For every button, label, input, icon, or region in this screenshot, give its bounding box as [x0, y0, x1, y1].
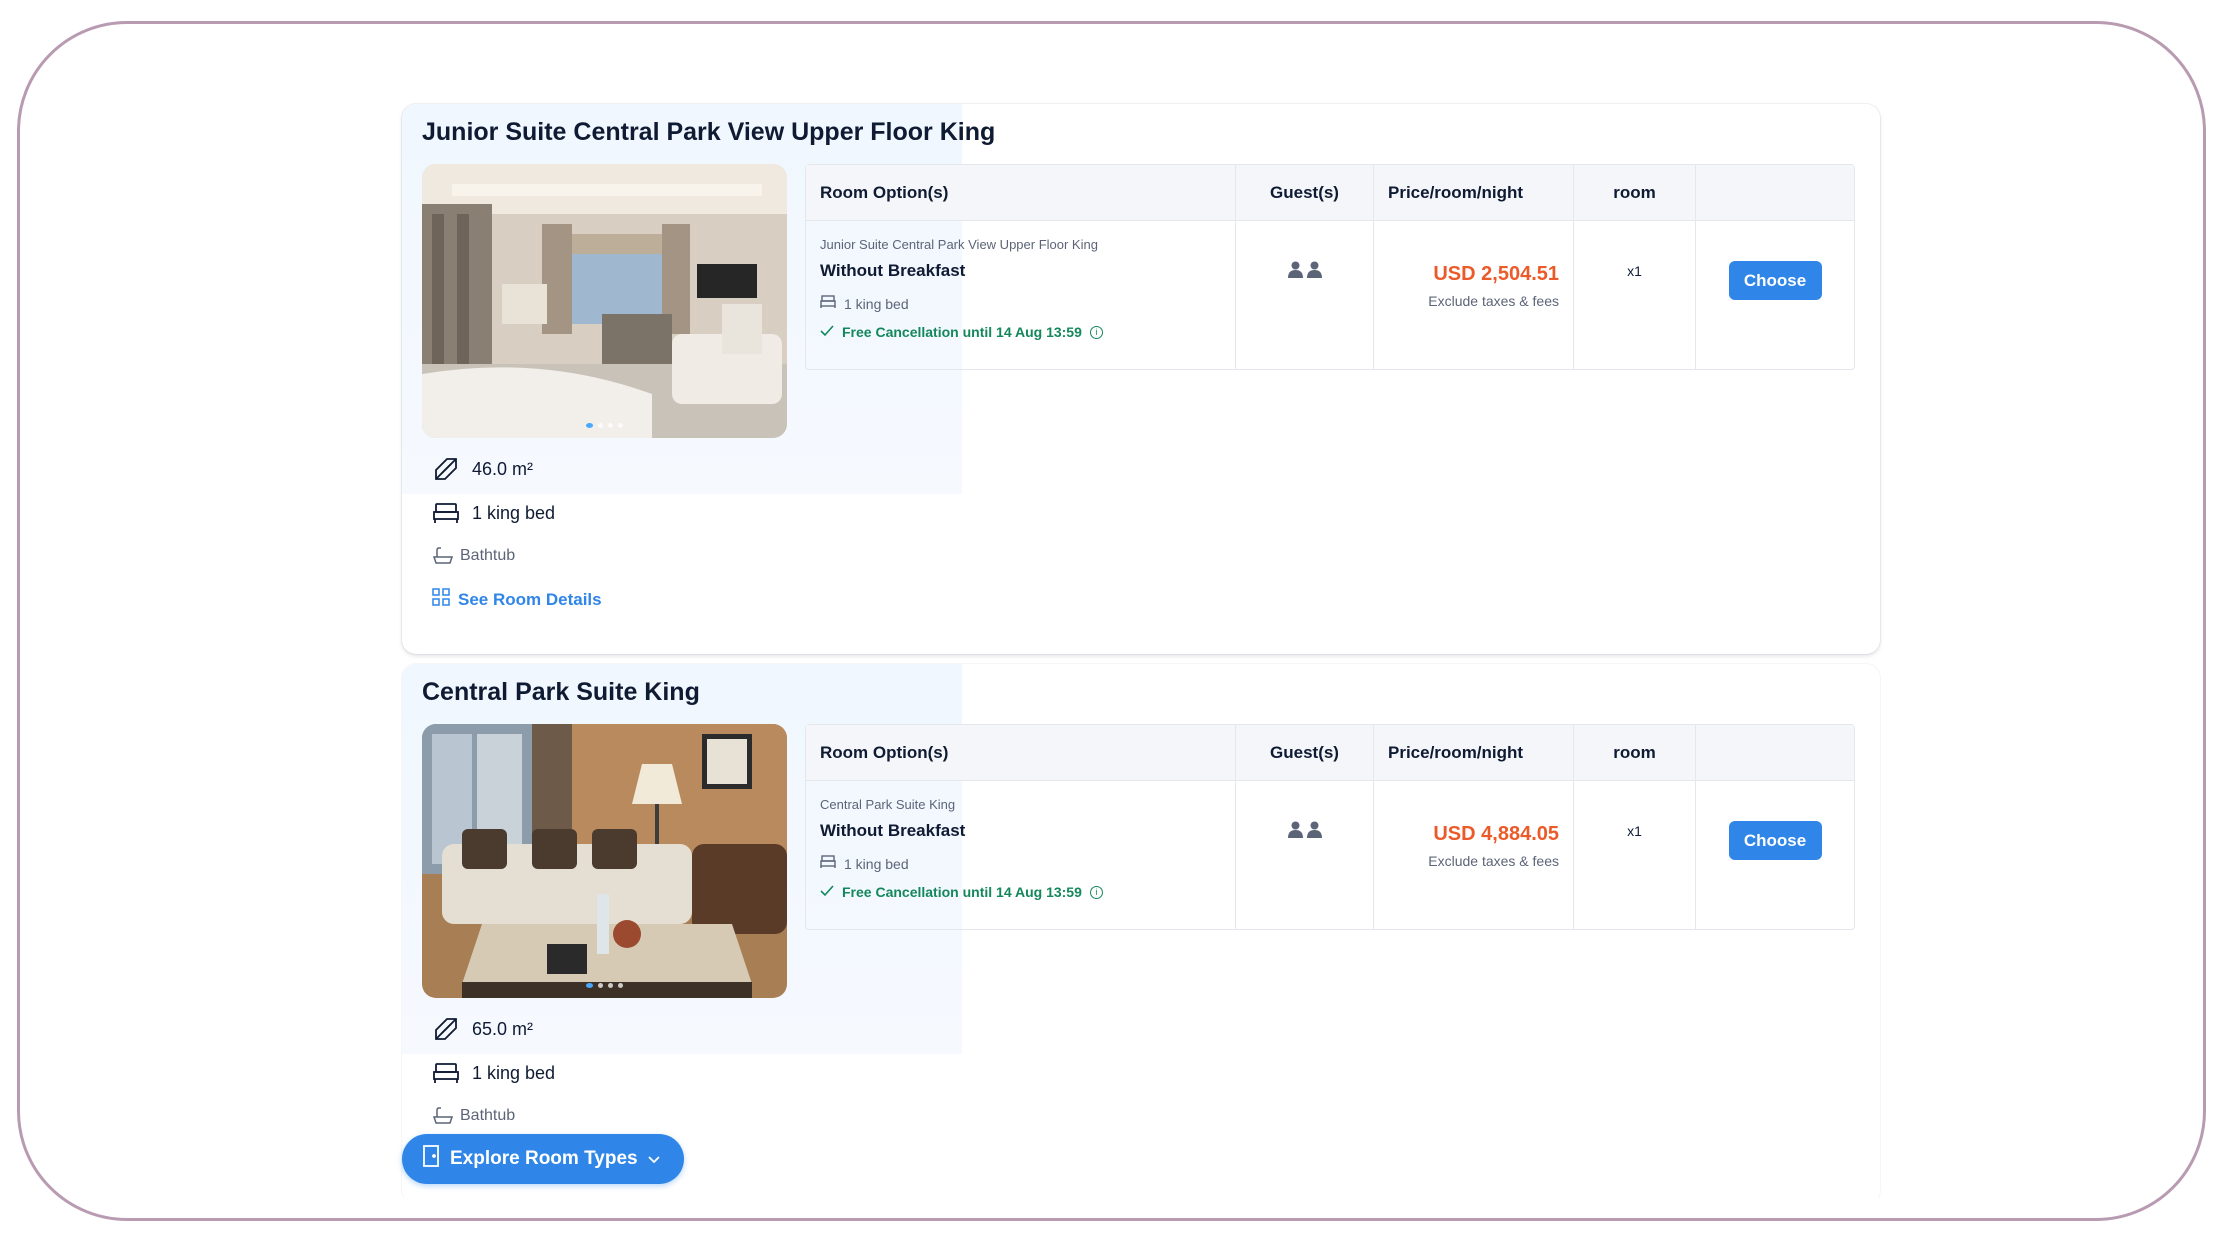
room-photo-image — [422, 724, 787, 998]
option-subtitle: Central Park Suite King — [820, 797, 956, 812]
price-cell: USD 2,504.51 Exclude taxes & fees — [1374, 221, 1574, 369]
person-icon — [1287, 261, 1303, 369]
info-icon[interactable]: i — [1089, 885, 1103, 899]
carousel-dot[interactable] — [618, 423, 623, 428]
header-guests: Guest(s) — [1236, 725, 1374, 780]
header-room: room — [1574, 165, 1696, 220]
room-quantity[interactable]: x1 — [1574, 221, 1696, 369]
price-note: Exclude taxes & fees — [1428, 293, 1559, 309]
room-photo-image — [422, 164, 787, 438]
bed-icon — [820, 855, 836, 872]
option-bed: 1 king bed — [820, 295, 1221, 312]
header-room-options: Room Option(s) — [806, 165, 1236, 220]
carousel-dot[interactable] — [598, 423, 603, 428]
room-options-table: Room Option(s) Guest(s) Price/room/night… — [805, 724, 1855, 930]
carousel-dot[interactable] — [608, 423, 613, 428]
room-options-table: Room Option(s) Guest(s) Price/room/night… — [805, 164, 1855, 370]
option-cell: Junior Suite Central Park View Upper Flo… — [806, 221, 1236, 369]
header-price: Price/room/night — [1374, 725, 1574, 780]
header-guests: Guest(s) — [1236, 165, 1374, 220]
info-icon[interactable]: i — [1089, 325, 1103, 339]
explore-room-types-button[interactable]: Explore Room Types — [402, 1134, 684, 1184]
carousel-dot[interactable] — [598, 983, 603, 988]
choose-button[interactable]: Choose — [1728, 821, 1822, 860]
bed-icon — [820, 295, 836, 312]
door-icon — [422, 1145, 440, 1173]
price-note: Exclude taxes & fees — [1428, 853, 1559, 869]
check-icon — [820, 884, 834, 900]
choose-button[interactable]: Choose — [1728, 261, 1822, 300]
option-subtitle: Junior Suite Central Park View Upper Flo… — [820, 237, 1098, 252]
price-value: USD 4,884.05 — [1433, 823, 1559, 845]
carousel-dot[interactable] — [586, 423, 593, 428]
carousel-dot[interactable] — [618, 983, 623, 988]
room-card: Junior Suite Central Park View Upper Flo… — [402, 104, 1880, 654]
free-cancellation: Free Cancellation until 14 Aug 13:59 i — [820, 884, 1221, 900]
header-room: room — [1574, 725, 1696, 780]
person-icon — [1287, 821, 1303, 929]
choose-cell: Choose — [1696, 221, 1854, 369]
bathtub-icon — [432, 1106, 454, 1126]
person-icon — [1306, 821, 1322, 929]
chevron-down-icon — [647, 1148, 660, 1170]
bathtub-icon — [432, 546, 454, 566]
see-room-details-link[interactable]: See Room Details — [432, 588, 602, 611]
room-bath: Bathtub — [432, 546, 515, 566]
choose-cell: Choose — [1696, 781, 1854, 929]
free-cancellation: Free Cancellation until 14 Aug 13:59 i — [820, 324, 1221, 340]
room-title: Junior Suite Central Park View Upper Flo… — [422, 118, 996, 146]
header-room-options: Room Option(s) — [806, 725, 1236, 780]
area-icon — [432, 1016, 460, 1042]
area-icon — [432, 456, 460, 482]
room-photo[interactable] — [422, 164, 787, 438]
header-empty — [1696, 725, 1854, 780]
header-price: Price/room/night — [1374, 165, 1574, 220]
check-icon — [820, 324, 834, 340]
table-row: Junior Suite Central Park View Upper Flo… — [806, 221, 1854, 369]
room-card: Central Park Suite King 65.0 m² 1 king b… — [402, 664, 1880, 1198]
table-header-row: Room Option(s) Guest(s) Price/room/night… — [806, 725, 1854, 781]
option-name: Without Breakfast — [820, 821, 966, 840]
option-bed: 1 king bed — [820, 855, 1221, 872]
header-empty — [1696, 165, 1854, 220]
room-photo[interactable] — [422, 724, 787, 998]
price-cell: USD 4,884.05 Exclude taxes & fees — [1374, 781, 1574, 929]
bed-icon — [432, 500, 460, 526]
details-grid-icon — [432, 588, 450, 611]
price-value: USD 2,504.51 — [1433, 263, 1559, 285]
person-icon — [1306, 261, 1322, 369]
room-bed: 1 king bed — [432, 1060, 555, 1086]
room-bed: 1 king bed — [432, 500, 555, 526]
room-title: Central Park Suite King — [422, 678, 700, 706]
guests-cell — [1236, 221, 1374, 369]
room-list: Junior Suite Central Park View Upper Flo… — [386, 74, 1886, 1198]
bed-icon — [432, 1060, 460, 1086]
room-quantity[interactable]: x1 — [1574, 781, 1696, 929]
photo-carousel-dots[interactable] — [586, 423, 623, 428]
table-header-row: Room Option(s) Guest(s) Price/room/night… — [806, 165, 1854, 221]
photo-carousel-dots[interactable] — [586, 983, 623, 988]
carousel-dot[interactable] — [608, 983, 613, 988]
carousel-dot[interactable] — [586, 983, 593, 988]
room-area: 65.0 m² — [432, 1016, 533, 1042]
table-row: Central Park Suite King Without Breakfas… — [806, 781, 1854, 929]
guests-cell — [1236, 781, 1374, 929]
option-name: Without Breakfast — [820, 261, 966, 280]
room-area: 46.0 m² — [432, 456, 533, 482]
room-bath: Bathtub — [432, 1106, 515, 1126]
option-cell: Central Park Suite King Without Breakfas… — [806, 781, 1236, 929]
browser-frame: Junior Suite Central Park View Upper Flo… — [17, 21, 2206, 1221]
